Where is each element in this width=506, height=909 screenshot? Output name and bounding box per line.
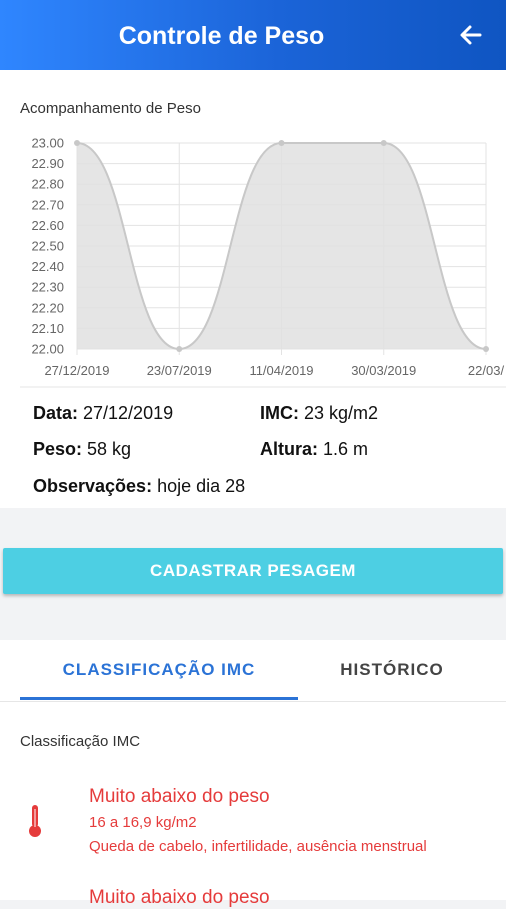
weight-area-chart: 23.00 22.90 22.80 22.70 22.60 22.50 22.40 22.30… [20,136,506,388]
observations-value: hoje dia 28 [152,476,246,496]
x-tick-label: 22/03/ [468,363,505,378]
x-tick-label: 11/04/2019 [249,363,313,378]
active-tab-indicator [20,697,298,700]
bottom-panel: CLASSIFICAÇÃO IMC HISTÓRICO Classificaçã… [0,640,506,908]
observations-label: Observações: [33,476,153,496]
y-tick-label: 23.00 [31,136,64,151]
weight-info: Peso: 58 kg [33,439,131,460]
data-point [176,346,183,352]
height-value: 1.6 m [318,439,369,459]
data-point [278,140,285,146]
y-tick-label: 22.20 [31,300,64,315]
x-tick-label: 23/07/2019 [147,363,212,378]
height-info: Altura: 1.6 m [260,439,368,460]
imc-label: IMC: [260,403,299,423]
data-point [380,140,387,146]
weight-tracking-card: Acompanhamento de Peso 23.00 22.90 22.80 22… [0,70,506,508]
imc-info: IMC: 23 kg/m2 [260,403,378,424]
y-tick-label: 22.50 [31,239,64,254]
register-weighing-wrap: CADASTRAR PESAGEM [0,548,506,602]
thermometer-icon [29,805,41,837]
x-tick-label: 30/03/2019 [351,363,416,378]
y-tick-label: 22.30 [31,280,64,295]
height-label: Altura: [260,439,318,459]
date-info: Data: 27/12/2019 [33,403,173,424]
data-point [74,140,80,146]
arrow-left-icon[interactable] [456,20,486,50]
tab-bar: CLASSIFICAÇÃO IMC HISTÓRICO [0,640,506,702]
weight-value: 58 kg [82,439,132,459]
weight-label: Peso: [33,439,83,459]
classification-range: 16 a 16,9 kg/m2 [89,814,197,831]
y-tick-label: 22.40 [31,259,64,274]
app-header: Controle de Peso [0,0,506,70]
y-tick-label: 22.00 [31,342,64,357]
y-tick-label: 22.10 [31,321,64,336]
chart-title: Acompanhamento de Peso [20,100,201,117]
observations-info: Observações: hoje dia 28 [33,476,245,497]
y-tick-label: 22.80 [31,177,64,192]
data-point [483,346,489,352]
x-tick-label: 27/12/2019 [44,363,109,378]
classification-name: Muito abaixo do peso [89,786,270,807]
date-value: 27/12/2019 [78,403,174,423]
y-tick-label: 22.60 [31,218,64,233]
classification-name: Muito abaixo do peso [89,887,270,908]
tab-imc-classification[interactable]: CLASSIFICAÇÃO IMC [20,660,298,680]
register-weighing-button[interactable]: CADASTRAR PESAGEM [3,548,503,594]
classification-title: Classificação IMC [20,733,141,750]
y-tick-label: 22.70 [31,197,64,212]
date-label: Data: [33,403,79,423]
imc-value: 23 kg/m2 [299,403,379,423]
classification-description: Queda de cabelo, infertilidade, ausência… [89,838,427,855]
y-tick-label: 22.90 [31,156,64,171]
page-title: Controle de Peso [118,22,325,50]
tab-history[interactable]: HISTÓRICO [298,660,486,680]
